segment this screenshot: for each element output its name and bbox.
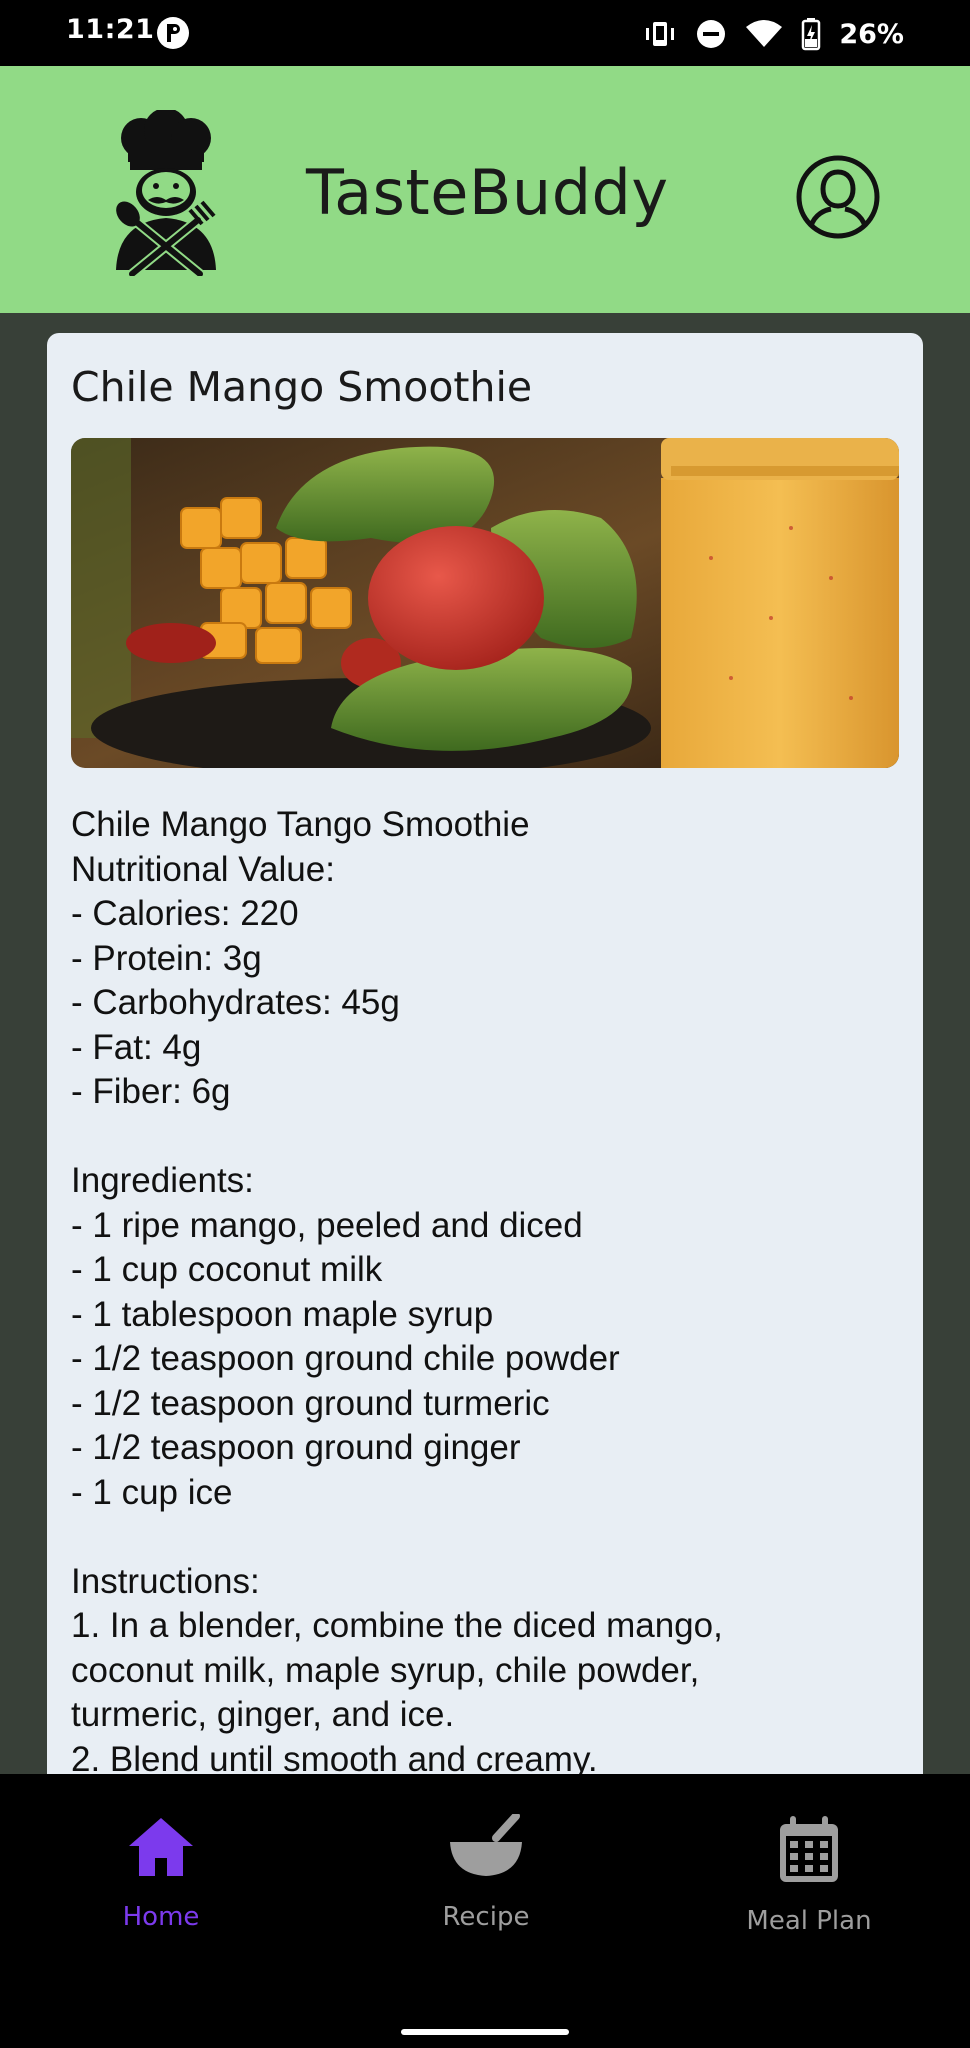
home-icon xyxy=(129,1818,193,1876)
recipe-line: - Carbohydrates: 45g xyxy=(71,983,400,1022)
nav-home-label: Home xyxy=(122,1902,200,1932)
recipe-line: turmeric, ginger, and ice. xyxy=(71,1695,455,1734)
recipe-line: - Fat: 4g xyxy=(71,1027,202,1067)
recipe-line: - 1 cup ice xyxy=(71,1472,233,1512)
recipe-line: coconut milk, maple syrup, chile powder, xyxy=(71,1650,700,1690)
status-time: 11:21 xyxy=(66,14,155,45)
wifi-icon xyxy=(746,20,783,47)
recipe-line: Chile Mango Tango Smoothie xyxy=(71,805,530,844)
bottom-navigation: Home Recipe Meal Plan xyxy=(0,1774,970,2048)
app-title: TasteBuddy xyxy=(306,156,669,229)
profile-icon[interactable] xyxy=(795,154,881,240)
recipe-image xyxy=(71,438,899,768)
recipe-line: - 1 tablespoon maple syrup xyxy=(71,1294,494,1334)
recipe-scroll-area[interactable]: Chile Mango Smoothie Chile Mango Tango S… xyxy=(0,313,970,1774)
status-icons: 26% xyxy=(643,14,904,54)
gesture-home-handle[interactable] xyxy=(401,2029,569,2035)
nav-meal-plan-label: Meal Plan xyxy=(746,1906,872,1936)
nav-home[interactable]: Home xyxy=(41,1814,281,1964)
recipe-card: Chile Mango Smoothie Chile Mango Tango S… xyxy=(47,333,923,1774)
chef-logo-icon xyxy=(116,110,216,276)
battery-charging-icon xyxy=(802,18,821,51)
recipe-line: - Calories: 220 xyxy=(71,894,299,933)
recipe-line: 1. In a blender, combine the diced mango… xyxy=(71,1606,723,1645)
battery-percent: 26% xyxy=(839,18,904,50)
mortar-bowl-icon xyxy=(450,1814,522,1876)
calendar-icon xyxy=(780,1816,838,1882)
nav-meal-plan[interactable]: Meal Plan xyxy=(689,1814,929,1964)
vibrate-icon xyxy=(646,22,675,46)
recipe-line: Ingredients: xyxy=(71,1161,254,1200)
recipe-blank-line xyxy=(71,1115,901,1160)
recipe-line: 2. Blend until smooth and creamy. xyxy=(71,1739,598,1775)
recipe-line: Instructions: xyxy=(71,1561,260,1601)
recipe-line: Nutritional Value: xyxy=(71,849,335,889)
recipe-line: - 1/2 teaspoon ground turmeric xyxy=(71,1383,550,1423)
recipe-blank-line xyxy=(71,1515,901,1560)
nav-recipe-label: Recipe xyxy=(442,1902,530,1932)
recipe-line: - 1/2 teaspoon ground ginger xyxy=(71,1428,521,1467)
recipe-line: - 1 cup coconut milk xyxy=(71,1250,383,1289)
recipe-line: - Protein: 3g xyxy=(71,938,262,978)
app-notification-icon xyxy=(157,17,189,49)
do-not-disturb-icon xyxy=(697,20,726,48)
recipe-line: - 1/2 teaspoon ground chile powder xyxy=(71,1339,620,1378)
recipe-description: Chile Mango Tango Smoothie Nutritional V… xyxy=(71,803,901,1774)
status-bar: 11:21 26% xyxy=(0,0,970,66)
app-header: TasteBuddy xyxy=(0,66,970,313)
app-screen: 11:21 26% TasteBuddy Chile Mango Smoothi… xyxy=(0,0,970,2048)
nav-recipe[interactable]: Recipe xyxy=(366,1814,606,1964)
recipe-line: - Fiber: 6g xyxy=(71,1072,231,1111)
recipe-title: Chile Mango Smoothie xyxy=(71,363,533,411)
recipe-line: - 1 ripe mango, peeled and diced xyxy=(71,1205,583,1245)
